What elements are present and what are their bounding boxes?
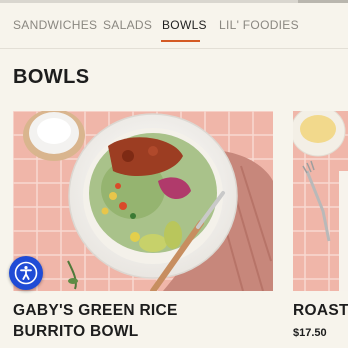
active-tab-indicator (161, 40, 200, 42)
tab-bowls[interactable]: BOWLS (162, 18, 207, 32)
page-title: BOWLS (13, 66, 90, 88)
menu-item-name: GABY'S GREEN RICE BURRITO BOWL (13, 302, 178, 340)
accessibility-button[interactable] (9, 256, 43, 290)
accessibility-icon (14, 261, 38, 285)
roasted-dish-image[interactable] (293, 111, 348, 291)
category-tabs: SANDWICHES SALADS BOWLS LIL' FOODIES (0, 3, 348, 49)
tab-salads[interactable]: SALADS (103, 18, 152, 32)
tab-sandwiches[interactable]: SANDWICHES (13, 18, 97, 32)
menu-item-name: ROASTE (293, 302, 348, 319)
tab-lil-foodies[interactable]: LIL' FOODIES (219, 18, 299, 32)
menu-item-price: $17.50 (293, 327, 327, 339)
burrito-bowl-image[interactable] (13, 111, 273, 291)
